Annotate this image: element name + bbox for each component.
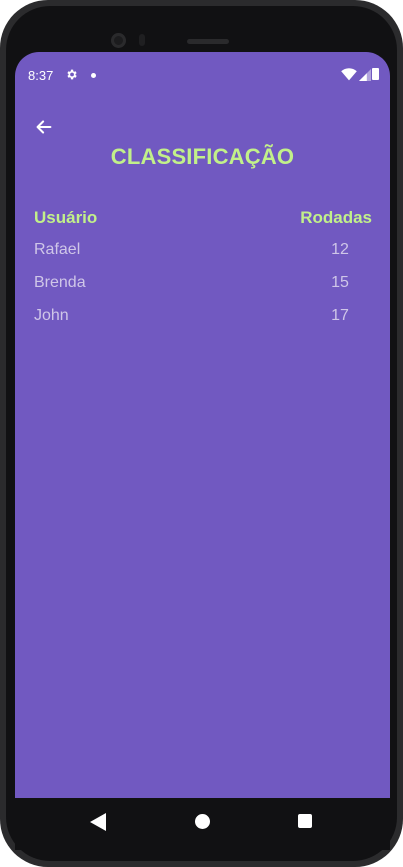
table-row: John 17 (34, 307, 372, 340)
row-user: Rafael (34, 241, 81, 258)
row-user: John (34, 307, 69, 324)
column-header-rounds: Rodadas (300, 208, 372, 227)
row-user: Brenda (34, 274, 86, 291)
proximity-sensor (139, 34, 145, 46)
table-row: Rafael 12 (34, 241, 372, 274)
row-rounds: 12 (331, 241, 349, 258)
nav-home-icon[interactable] (195, 814, 210, 829)
row-rounds: 17 (331, 307, 349, 324)
page-title: CLASSIFICAÇÃO (110, 144, 295, 169)
row-rounds: 15 (331, 274, 349, 291)
signal-icon (359, 69, 371, 81)
arrow-back-icon[interactable] (33, 116, 55, 138)
table-row: Brenda 15 (34, 274, 372, 307)
phone-frame: 8:37 CLASSIFICAÇÃO Usuário Rodadas Rafae… (0, 0, 403, 867)
app-screen: 8:37 CLASSIFICAÇÃO Usuário Rodadas Rafae… (15, 52, 390, 798)
ranking-table: Usuário Rodadas Rafael 12 Brenda 15 John… (34, 208, 372, 340)
status-bar: 8:37 (15, 52, 390, 97)
table-rows: Rafael 12 Brenda 15 John 17 (34, 241, 372, 340)
wifi-icon (341, 68, 357, 81)
system-nav-bar (15, 798, 390, 850)
earpiece-speaker (187, 39, 229, 44)
battery-icon (372, 68, 379, 80)
table-header: Usuário Rodadas (34, 208, 372, 232)
column-header-user: Usuário (34, 208, 98, 227)
nav-recents-icon[interactable] (298, 814, 312, 828)
status-time: 8:37 (28, 68, 54, 83)
front-camera (111, 33, 126, 48)
settings-gear-icon (67, 69, 77, 80)
nav-back-icon[interactable] (90, 813, 106, 831)
notification-dot-icon (91, 73, 96, 78)
